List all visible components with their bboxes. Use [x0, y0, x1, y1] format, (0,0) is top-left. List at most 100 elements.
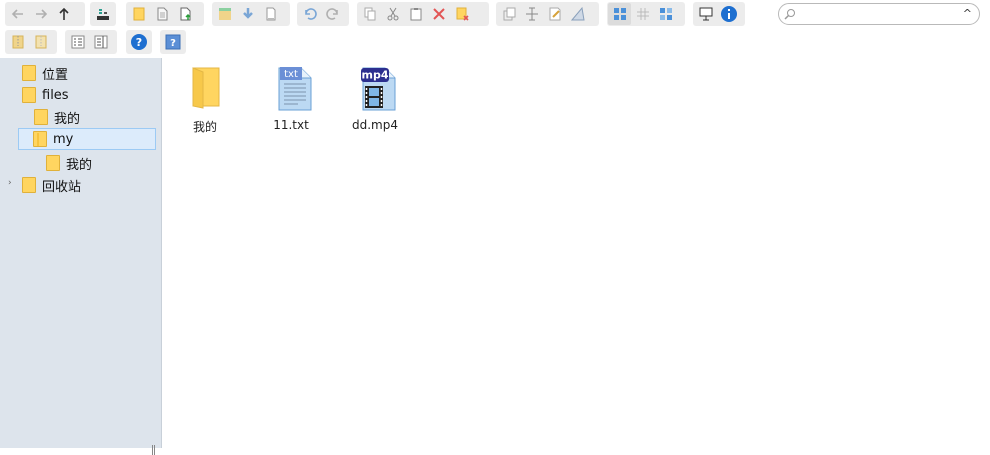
video-file-icon: mp4	[361, 67, 396, 111]
folder-icon	[34, 109, 48, 125]
panel-group	[65, 30, 117, 54]
folder-delete-icon	[456, 7, 469, 21]
paste-button[interactable]	[404, 3, 427, 25]
icons-view-button[interactable]	[608, 3, 631, 25]
undo-icon	[304, 8, 317, 20]
file-item-txt[interactable]: txt 11.txt	[251, 66, 331, 148]
tree-item-label: 回收站	[42, 179, 82, 195]
file-info-icon	[266, 7, 275, 21]
new-file-button[interactable]	[150, 3, 173, 25]
folder-large-icon	[192, 67, 220, 109]
download-button[interactable]	[236, 3, 259, 25]
presentation-icon	[699, 7, 712, 21]
svg-text:?: ?	[135, 36, 141, 49]
folder-open-icon	[33, 131, 47, 147]
resize-button[interactable]	[566, 3, 589, 25]
list-columns-icon	[94, 35, 107, 49]
arrow-right-icon	[35, 9, 47, 19]
zip-open-icon	[35, 35, 46, 49]
back-button[interactable]	[6, 3, 29, 25]
drive-button[interactable]	[91, 3, 114, 25]
drive-group	[90, 2, 116, 26]
search-options-caret[interactable]: ^	[963, 7, 972, 20]
search-input[interactable]	[799, 6, 959, 22]
upload-button[interactable]	[173, 3, 196, 25]
tree-item-recycle-bin[interactable]: 回收站	[22, 174, 81, 196]
nav-group	[5, 2, 85, 26]
arrow-up-icon	[58, 7, 69, 20]
archive-icon	[218, 8, 231, 20]
tree-item-my-mine[interactable]: 我的	[46, 152, 92, 174]
columns-view-button[interactable]	[89, 31, 112, 53]
preview-button[interactable]	[694, 3, 717, 25]
search-box[interactable]: ^	[778, 3, 980, 25]
rename-button[interactable]	[520, 3, 543, 25]
copy-icon	[364, 7, 375, 21]
archive-button[interactable]	[213, 3, 236, 25]
folder-icon	[22, 87, 36, 103]
grid-large-icon	[613, 8, 626, 20]
extract-button[interactable]	[6, 31, 29, 53]
tree-item-label: 我的	[54, 111, 81, 127]
help-group: ?	[126, 30, 152, 54]
compress-button[interactable]	[29, 31, 52, 53]
tree-item-files[interactable]: files	[22, 84, 69, 106]
clipboard-icon	[410, 8, 421, 21]
details-view-button[interactable]	[66, 31, 89, 53]
text-file-icon: txt	[278, 67, 312, 111]
clipboard-group	[357, 2, 489, 26]
help-button[interactable]: ?	[127, 31, 150, 53]
info-button[interactable]	[717, 3, 740, 25]
folder-icon	[22, 65, 36, 81]
tree-expander-icon[interactable]: ›	[8, 178, 12, 188]
tiles-view-button[interactable]	[654, 3, 677, 25]
properties-button[interactable]	[259, 3, 282, 25]
download-icon	[242, 8, 253, 19]
small-icons-view-button[interactable]	[631, 3, 654, 25]
new-file-icon	[157, 7, 167, 21]
new-group	[126, 2, 204, 26]
edit-group	[496, 2, 599, 26]
undo-button[interactable]	[298, 3, 321, 25]
tree-item-my[interactable]: my	[18, 128, 156, 150]
arrow-left-icon	[11, 9, 23, 19]
new-folder-icon	[133, 7, 144, 21]
zip-icon	[12, 35, 23, 49]
about-button[interactable]: ?	[161, 31, 184, 53]
file-list: 我的 txt 11.txt mp4 dd.mp4	[163, 58, 990, 448]
scissors-icon	[387, 7, 398, 21]
redo-button[interactable]	[321, 3, 344, 25]
cut-button[interactable]	[381, 3, 404, 25]
tree-item-location[interactable]: 位置	[22, 62, 68, 84]
resize-icon	[570, 6, 585, 21]
edit-button[interactable]	[543, 3, 566, 25]
tree-item-mine[interactable]: 我的	[34, 106, 80, 128]
tree-item-label: files	[42, 87, 69, 103]
archive-group	[212, 2, 290, 26]
redo-icon	[325, 8, 338, 20]
view-group	[607, 2, 685, 26]
empty-button[interactable]	[450, 3, 473, 25]
svg-text:?: ?	[170, 38, 176, 49]
file-badge-text: txt	[284, 69, 298, 80]
file-item-folder[interactable]: 我的	[165, 66, 245, 148]
forward-button[interactable]	[29, 3, 52, 25]
folder-tree: 位置 files 我的 my 我的 › 回收站	[0, 58, 162, 455]
duplicate-button[interactable]	[497, 3, 520, 25]
history-group	[297, 2, 349, 26]
up-button[interactable]	[52, 3, 75, 25]
search-icon	[784, 9, 795, 20]
file-badge-text: mp4	[362, 69, 389, 82]
copy-button[interactable]	[358, 3, 381, 25]
new-folder-button[interactable]	[127, 3, 150, 25]
info-group	[693, 2, 745, 26]
delete-button[interactable]	[427, 3, 450, 25]
help-icon: ?	[130, 34, 147, 50]
sidebar-resize-handle[interactable]	[152, 445, 155, 455]
file-item-mp4[interactable]: mp4 dd.mp4	[335, 66, 415, 148]
file-name: dd.mp4	[352, 118, 398, 132]
folder-icon	[46, 155, 60, 171]
file-name: 我的	[192, 120, 217, 134]
folder-icon	[22, 177, 36, 193]
info-icon	[720, 6, 737, 22]
